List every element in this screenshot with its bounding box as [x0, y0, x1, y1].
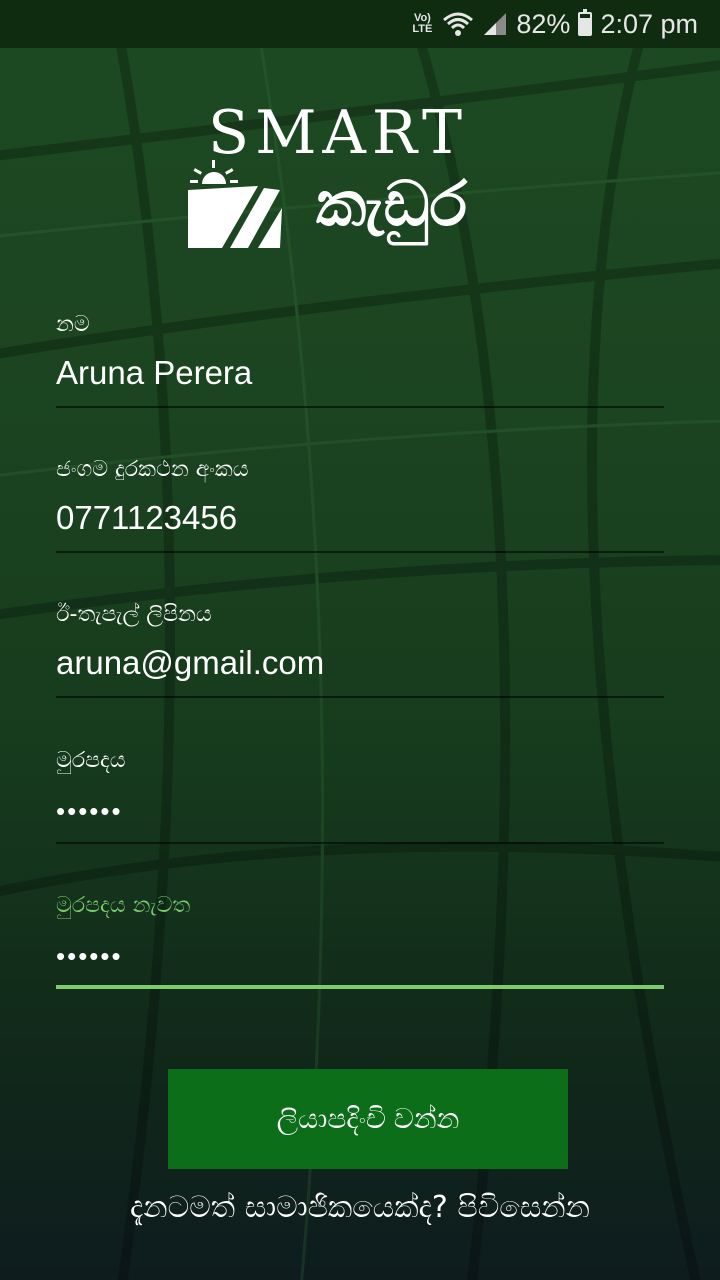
confirm-password-label: මුරපදය නැවත [56, 893, 191, 918]
name-underline [56, 406, 664, 408]
name-label: නම [56, 312, 90, 337]
email-label: ඊ-තැපැල් ලිපිනය [56, 602, 212, 627]
logo-text-sinhala: කැඩුර [316, 167, 468, 240]
login-link[interactable]: දැනටමත් සාමාජිකයෙක්ද? පිවිසෙන්න [0, 1190, 720, 1225]
wifi-icon [443, 12, 474, 36]
battery-percent: 82% [516, 8, 571, 39]
signal-icon [484, 13, 507, 35]
status-bar: Vo) LTE 82% 2:07 pm [0, 0, 720, 48]
email-underline [56, 696, 664, 698]
phone-input[interactable]: 0771123456 [56, 499, 237, 537]
password-label: මුරපදය [56, 748, 126, 773]
logo-text-smart: SMART [208, 98, 469, 168]
volte-icon: Vo) LTE [412, 12, 433, 35]
password-input[interactable]: •••••• [56, 796, 123, 827]
phone-label: ජංගම දුරකථන අංකය [56, 457, 249, 482]
farm-sun-icon [188, 160, 282, 248]
confirm-password-underline [56, 985, 664, 989]
app-logo: SMART කැඩුර [188, 100, 508, 252]
confirm-password-input[interactable]: •••••• [56, 941, 123, 972]
battery-level [580, 17, 591, 34]
email-input[interactable]: aruna@gmail.com [56, 644, 324, 682]
battery-icon [578, 9, 593, 36]
name-input[interactable]: Aruna Perera [56, 354, 252, 392]
clock: 2:07 pm [600, 8, 698, 39]
password-underline [56, 842, 664, 844]
register-screen: Vo) LTE 82% 2:07 pm SMART කැඩුර නම Aruna… [0, 0, 720, 1280]
phone-underline [56, 551, 664, 553]
register-button[interactable]: ලියාපදිංචි වන්න [168, 1069, 568, 1169]
